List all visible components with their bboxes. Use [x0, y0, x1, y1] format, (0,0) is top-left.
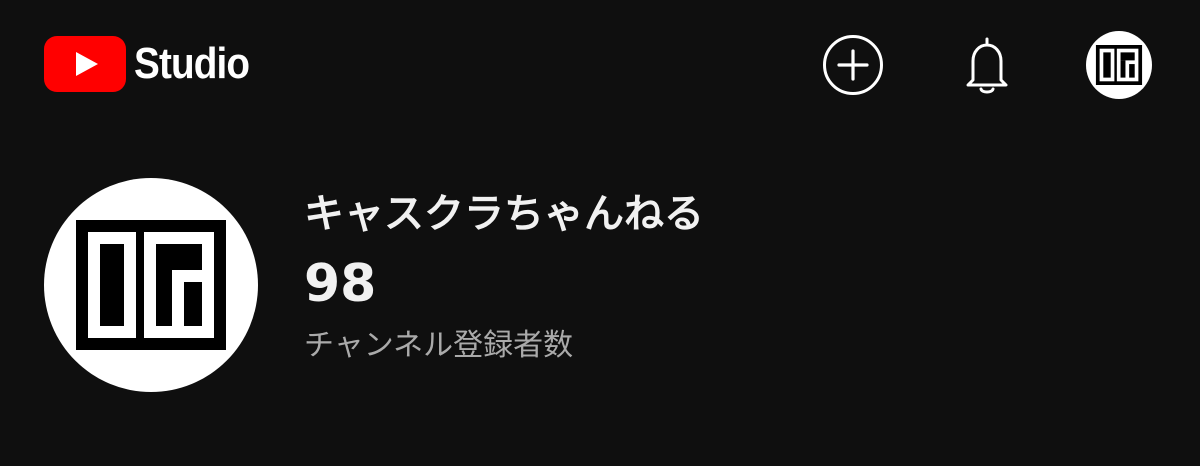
bell-icon: [966, 37, 1008, 94]
channel-info: キャスクラちゃんねる 98 チャンネル登録者数: [304, 188, 704, 366]
subscriber-count: 98: [304, 254, 377, 314]
channel-avatar[interactable]: [44, 178, 258, 392]
notifications-button[interactable]: [954, 32, 1020, 98]
channel-logo-icon: [76, 220, 226, 350]
subscriber-label: チャンネル登録者数: [304, 328, 574, 363]
plus-circle-icon: [823, 35, 883, 95]
channel-logo-icon: [1095, 45, 1143, 85]
top-app-bar: Studio: [0, 0, 1200, 130]
avatar: [1086, 31, 1152, 99]
youtube-play-icon: [44, 36, 126, 92]
studio-app: Studio キャスクラちゃんねる 98 チャンネル登録者数: [0, 0, 1200, 466]
studio-logo[interactable]: Studio: [44, 36, 265, 92]
studio-logo-text: Studio: [134, 39, 250, 88]
channel-name[interactable]: キャスクラちゃんねる: [304, 188, 704, 240]
account-button[interactable]: [1086, 31, 1152, 99]
create-button[interactable]: [820, 32, 886, 98]
channel-summary: キャスクラちゃんねる 98 チャンネル登録者数: [44, 178, 1144, 398]
